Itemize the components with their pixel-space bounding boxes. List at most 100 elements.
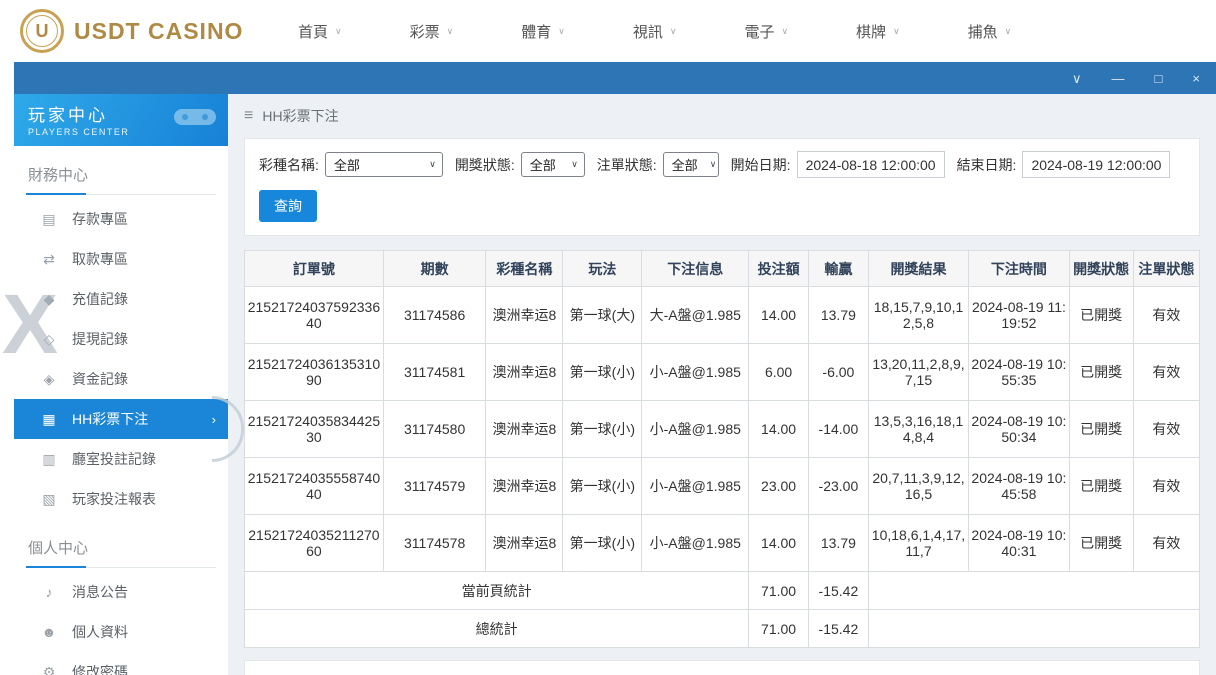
sidebar-item-hall-bet-record[interactable]: ▥ 廳室投註記錄 [14, 439, 228, 479]
table-cell: -23.00 [807, 457, 869, 515]
table-cell: 13,20,11,2,8,9,7,15 [867, 343, 970, 401]
sidebar-item-label: 提現記錄 [72, 331, 128, 347]
sidebar-item-hh-lottery-bet[interactable]: ▦ HH彩票下注 › [14, 399, 228, 439]
nav-item-home[interactable]: 首頁 ∨ [298, 21, 342, 42]
nav-item-fishing[interactable]: 捕魚 ∨ [968, 21, 1012, 42]
col-period: 期數 [382, 250, 487, 287]
draw-status-label: 開獎狀態: [454, 156, 515, 173]
table-body: 2152172403759233640 31174586 澳洲幸运8 第一球(大) 大-… [244, 286, 1201, 572]
table-cell: 第一球(小) [562, 400, 643, 458]
sidebar-header: 玩家中心 PLAYERS CENTER [14, 94, 228, 146]
main-content: ≡ HH彩票下注 彩種名稱: 全部 ∨ 開獎狀態: 全部 ∨ 注單狀態: 全部 … [228, 94, 1216, 675]
hall-bet-record-icon: ▥ [42, 450, 56, 467]
table-cell: 13,5,3,16,18,14,8,4 [867, 400, 970, 458]
table-cell: 2152172403613531090 [244, 343, 384, 401]
nav-item-slots[interactable]: 電子 ∨ [744, 21, 788, 42]
sidebar: 玩家中心 PLAYERS CENTER 財務中心 ▤ 存款專區 ⇄ 取款專區 ◆ 充值記錄 ◇… [14, 94, 228, 675]
sidebar-item-withdraw[interactable]: ⇄ 取款專區 [14, 239, 228, 279]
table-cell: 已開獎 [1068, 514, 1134, 572]
table-cell: -6.00 [807, 343, 869, 401]
nav-item-board[interactable]: 棋牌 ∨ [856, 21, 900, 42]
sidebar-item-deposit[interactable]: ▤ 存款專區 [14, 199, 228, 239]
sidebar-item-label: 玩家投注報表 [72, 491, 156, 507]
sidebar-item-recharge-record[interactable]: ◆ 充值記錄 [14, 279, 228, 319]
start-date-input[interactable] [796, 151, 945, 178]
sidebar-item-change-password[interactable]: ⚙ 修改密碼 [14, 652, 228, 675]
table-cell: 14.00 [748, 400, 809, 458]
brand-logo[interactable]: U USDT CASINO [0, 9, 250, 53]
window-collapse-icon[interactable]: ∨ [1072, 72, 1082, 85]
nav-item-lottery[interactable]: 彩票 ∨ [410, 21, 454, 42]
sidebar-item-label: 充值記錄 [72, 291, 128, 307]
table-cell: 2024-08-19 10:55:35 [968, 343, 1070, 401]
col-bet-info: 下注信息 [641, 250, 750, 287]
bets-table: 訂單號 期數 彩種名稱 玩法 下注信息 投注額 輸贏 開獎結果 下注時間 開獎狀… [243, 250, 1201, 648]
table-cell: 31174578 [382, 514, 487, 572]
site-topnav: U USDT CASINO 首頁 ∨ 彩票 ∨ 體育 ∨ 視訊 ∨ 電子 ∨ 棋牌 ∨ 捕魚 ∨ [0, 0, 1216, 62]
nav-item-sports[interactable]: 體育 ∨ [521, 21, 565, 42]
table-cell: 20,7,11,3,9,12,16,5 [867, 457, 970, 515]
sidebar-item-announcements[interactable]: ♪ 消息公告 [14, 572, 228, 612]
table-cell: 澳洲幸运8 [485, 343, 564, 401]
lottery-bet-icon: ▦ [42, 410, 56, 427]
window-minimize-icon[interactable]: — [1112, 72, 1125, 85]
gear-icon: ⚙ [42, 663, 56, 675]
main-nav: 首頁 ∨ 彩票 ∨ 體育 ∨ 視訊 ∨ 電子 ∨ 棋牌 ∨ 捕魚 ∨ [298, 21, 1011, 42]
window-titlebar: ∨ — □ × [14, 62, 1216, 94]
bets-table-panel: 訂單號 期數 彩種名稱 玩法 下注信息 投注額 輸贏 開獎結果 下注時間 開獎狀… [243, 250, 1201, 648]
sidebar-item-label: 個人資料 [72, 624, 128, 640]
table-cell: 2024-08-19 10:50:34 [968, 400, 1070, 458]
sidebar-section-personal: 個人中心 [26, 529, 216, 568]
table-cell: 有效 [1132, 286, 1201, 344]
table-cell: 13.79 [807, 514, 869, 572]
col-draw-result: 開獎結果 [867, 250, 970, 287]
table-cell: 第一球(小) [562, 514, 643, 572]
nav-item-live[interactable]: 視訊 ∨ [633, 21, 677, 42]
table-cell: 已開獎 [1068, 400, 1134, 458]
page-total-bet: 71.00 [748, 571, 809, 610]
table-row: 2152172403521127060 31174578 澳洲幸运8 第一球(小) 小-… [244, 514, 1201, 572]
nav-label: 捕魚 [967, 23, 998, 41]
order-status-select[interactable]: 全部 ∨ [662, 152, 719, 177]
window-close-icon[interactable]: × [1192, 72, 1200, 85]
grand-total-row: 總統計 71.00 -15.42 [243, 609, 1201, 648]
table-cell: 小-A盤@1.985 [641, 514, 750, 572]
grand-total-empty [867, 609, 1201, 648]
table-cell: 第一球(小) [562, 457, 643, 515]
table-cell: 31174586 [382, 286, 487, 344]
col-play-type: 玩法 [562, 250, 643, 287]
col-order-status: 注單狀態 [1132, 250, 1201, 287]
search-button[interactable]: 查詢 [259, 190, 317, 222]
table-cell: 14.00 [748, 514, 809, 572]
order-status-value: 全部 [671, 158, 698, 173]
chevron-down-icon: ∨ [893, 25, 900, 36]
sidebar-item-withdrawal-record[interactable]: ◇ 提現記錄 [14, 319, 228, 359]
bell-icon: ♪ [45, 584, 53, 600]
table-cell: 小-A盤@1.985 [641, 343, 750, 401]
table-cell: 31174579 [382, 457, 487, 515]
draw-status-select[interactable]: 全部 ∨ [520, 152, 585, 177]
window-maximize-icon[interactable]: □ [1155, 72, 1163, 85]
table-cell: 13.79 [807, 286, 869, 344]
lottery-name-select[interactable]: 全部 ∨ [324, 152, 443, 177]
chevron-down-icon: ∨ [1004, 25, 1012, 36]
sidebar-item-funds-record[interactable]: ◈ 資金記錄 [14, 359, 228, 399]
page-total-label: 當前頁統計 [243, 571, 750, 610]
funds-record-icon: ◈ [43, 370, 55, 387]
sidebar-item-profile[interactable]: ☻ 個人資料 [14, 612, 228, 652]
table-cell: 第一球(小) [562, 343, 643, 401]
user-icon: ☻ [41, 624, 57, 640]
col-lottery-name: 彩種名稱 [485, 250, 564, 287]
table-row: 2152172403555874040 31174579 澳洲幸运8 第一球(小) 小-… [244, 457, 1201, 515]
sidebar-item-player-bet-report[interactable]: ▧ 玩家投注報表 [14, 479, 228, 519]
sidebar-item-label: 取款專區 [72, 251, 128, 267]
table-cell: 31174581 [382, 343, 487, 401]
menu-toggle-icon[interactable]: ≡ [244, 107, 253, 125]
chevron-down-icon: ∨ [446, 25, 454, 36]
table-cell: 14.00 [748, 286, 809, 344]
table-cell: 2024-08-19 10:45:58 [968, 457, 1070, 515]
nav-label: 彩票 [409, 23, 440, 41]
end-date-input[interactable] [1022, 151, 1171, 178]
withdraw-icon: ⇄ [43, 250, 55, 267]
col-bet-time: 下注時間 [968, 250, 1070, 287]
